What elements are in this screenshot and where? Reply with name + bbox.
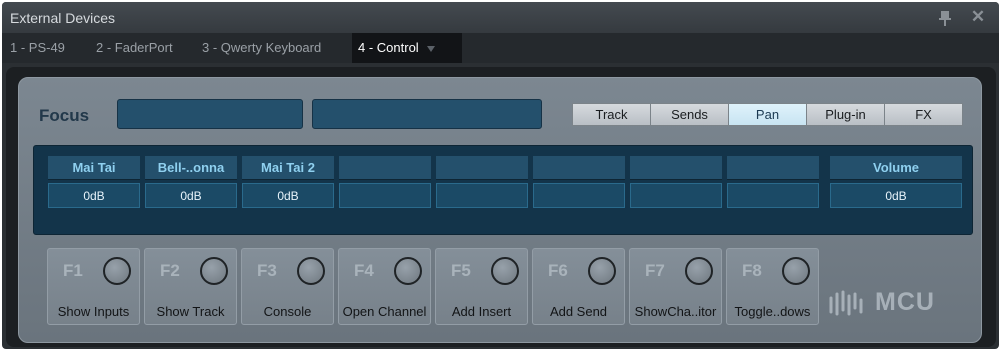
focus-field-1 <box>117 99 303 129</box>
channel-value <box>436 183 528 208</box>
channel-name: Mai Tai <box>48 156 140 180</box>
knob-icon <box>297 257 325 285</box>
channel-value: 0dB <box>145 183 237 208</box>
fkey-label: ShowCha..itor <box>634 304 717 319</box>
channel-name <box>436 156 528 180</box>
fkey-label: Show Inputs <box>57 304 130 319</box>
knob-icon <box>491 257 519 285</box>
master-volume-channel: Volume 0dB <box>830 156 962 213</box>
tab-faderport[interactable]: 2 - FaderPort <box>90 33 179 63</box>
channel-1: Mai Tai 0dB <box>48 156 140 213</box>
plug-in-mode-button[interactable]: Plug-in <box>806 103 885 126</box>
logo-text: MCU <box>875 288 935 316</box>
fkey-label: Toggle..dows <box>734 304 811 319</box>
knob-icon <box>200 257 228 285</box>
fkey-id: F1 <box>63 261 83 280</box>
channel-5 <box>436 156 528 213</box>
channel-name <box>533 156 625 180</box>
fkey-label: Console <box>263 304 312 319</box>
channel-value <box>533 183 625 208</box>
external-devices-window: External Devices ✕ 1 - PS-49 2 - FaderPo… <box>2 2 999 349</box>
fkey-id: F6 <box>548 261 568 280</box>
pin-icon[interactable] <box>938 10 952 26</box>
channel-name <box>630 156 722 180</box>
channel-8 <box>727 156 819 213</box>
knob-icon <box>685 257 713 285</box>
f2-button[interactable]: F2 Show Track <box>144 248 237 325</box>
channel-3: Mai Tai 2 0dB <box>242 156 334 213</box>
fkey-id: F7 <box>645 261 665 280</box>
fkey-label: Add Send <box>549 304 608 319</box>
tab-control[interactable]: 4 - Control <box>352 33 462 63</box>
tab-label: 1 - PS-49 <box>10 40 65 55</box>
fkey-id: F4 <box>354 261 374 280</box>
mcu-control-panel: Focus Track Sends Pan Plug-in FX Mai Tai… <box>18 77 982 343</box>
focus-label: Focus <box>39 106 90 125</box>
f8-button[interactable]: F8 Toggle..dows <box>726 248 819 325</box>
fx-mode-button[interactable]: FX <box>884 103 963 126</box>
title-bar: External Devices ✕ <box>2 2 999 33</box>
fkey-id: F2 <box>160 261 180 280</box>
pan-mode-button[interactable]: Pan <box>728 103 807 126</box>
f5-button[interactable]: F5 Add Insert <box>435 248 528 325</box>
master-name: Volume <box>830 156 962 180</box>
channel-value: 0dB <box>242 183 334 208</box>
f1-button[interactable]: F1 Show Inputs <box>47 248 140 325</box>
channel-value: 0dB <box>48 183 140 208</box>
channel-2: Bell-..onna 0dB <box>145 156 237 213</box>
fkey-id: F3 <box>257 261 277 280</box>
fkey-id: F5 <box>451 261 471 280</box>
knob-icon <box>103 257 131 285</box>
f4-button[interactable]: F4 Open Channel <box>338 248 431 325</box>
channel-name <box>339 156 431 180</box>
channel-value <box>339 183 431 208</box>
chevron-down-icon[interactable] <box>426 45 435 52</box>
channel-name: Bell-..onna <box>145 156 237 180</box>
tab-qwerty-keyboard[interactable]: 3 - Qwerty Keyboard <box>196 33 327 63</box>
f6-button[interactable]: F6 Add Send <box>532 248 625 325</box>
channel-name: Mai Tai 2 <box>242 156 334 180</box>
presonus-logo-icon <box>829 290 863 316</box>
channel-strip-display: Mai Tai 0dB Bell-..onna 0dB Mai Tai 2 0d… <box>33 145 973 235</box>
knob-icon <box>782 257 810 285</box>
channel-value <box>630 183 722 208</box>
fkey-id: F8 <box>742 261 762 280</box>
fkey-label: Add Insert <box>451 304 512 319</box>
control-panel-frame: Focus Track Sends Pan Plug-in FX Mai Tai… <box>6 67 996 347</box>
device-tabs: 1 - PS-49 2 - FaderPort 3 - Qwerty Keybo… <box>2 33 999 63</box>
window-title: External Devices <box>10 10 116 26</box>
knob-icon <box>394 257 422 285</box>
f7-button[interactable]: F7 ShowCha..itor <box>629 248 722 325</box>
fkey-label: Open Channel <box>342 304 427 319</box>
f3-button[interactable]: F3 Console <box>241 248 334 325</box>
tab-label: 4 - Control <box>358 40 419 55</box>
focus-field-2 <box>312 99 542 129</box>
tab-label: 3 - Qwerty Keyboard <box>202 40 322 55</box>
master-value: 0dB <box>830 183 962 208</box>
channel-value <box>727 183 819 208</box>
sends-mode-button[interactable]: Sends <box>650 103 729 126</box>
knob-icon <box>588 257 616 285</box>
channel-7 <box>630 156 722 213</box>
tab-label: 2 - FaderPort <box>96 40 173 55</box>
tab-ps-49[interactable]: 1 - PS-49 <box>4 33 71 63</box>
track-mode-button[interactable]: Track <box>572 103 651 126</box>
channel-6 <box>533 156 625 213</box>
channel-name <box>727 156 819 180</box>
mode-button-group: Track Sends Pan Plug-in FX <box>572 103 963 126</box>
channel-4 <box>339 156 431 213</box>
close-icon[interactable]: ✕ <box>970 8 986 25</box>
fkey-label: Show Track <box>156 304 225 319</box>
